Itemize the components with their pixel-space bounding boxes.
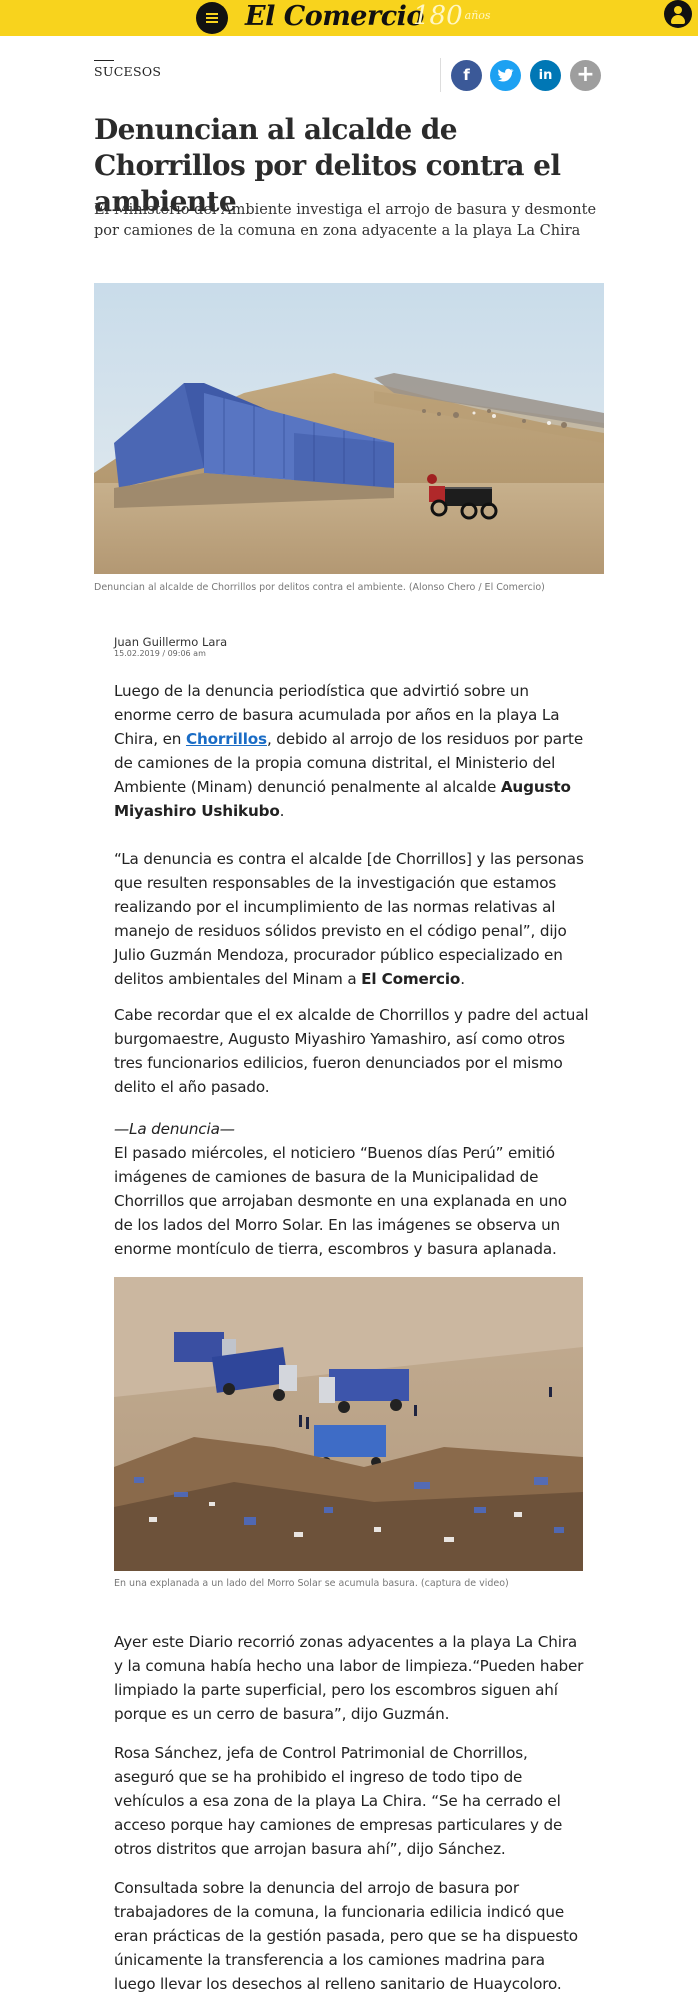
user-account-icon[interactable] xyxy=(664,0,692,28)
anniversary-word: años xyxy=(464,9,491,22)
section-rule xyxy=(94,60,114,61)
anniversary-number: 180 xyxy=(413,1,463,31)
publish-date: 15.02.2019 / 09:06 am xyxy=(114,649,206,658)
facebook-share-button[interactable]: f xyxy=(451,60,482,91)
linkedin-share-button[interactable]: in xyxy=(530,60,561,91)
section-label[interactable]: SUCESOS xyxy=(94,64,161,79)
more-share-options-button[interactable]: + xyxy=(570,60,601,91)
hamburger-menu-icon[interactable] xyxy=(196,2,228,34)
article-paragraph-6: Rosa Sánchez, jefa de Control Patrimonia… xyxy=(114,1744,563,1858)
article-paragraph-2: “La denuncia es contra el alcalde [de Ch… xyxy=(114,850,584,988)
article-paragraph-1: Luego de la denuncia periodística que ad… xyxy=(114,682,584,820)
share-divider xyxy=(440,58,441,92)
twitter-share-button[interactable] xyxy=(490,60,521,91)
article-paragraph-7: Consultada sobre la denuncia del arrojo … xyxy=(114,1879,578,1993)
top-navigation-bar: El Comercio 180 años xyxy=(0,0,698,36)
author-name[interactable]: Juan Guillermo Lara xyxy=(114,635,227,649)
twitter-bird-icon xyxy=(498,68,514,82)
article-subhead: —La denuncia— xyxy=(114,1120,235,1138)
site-logo[interactable]: El Comercio xyxy=(245,0,424,36)
second-image-caption: En una explanada a un lado del Morro Sol… xyxy=(114,1578,509,1589)
article-paragraph-4: El pasado miércoles, el noticiero “Bueno… xyxy=(114,1144,567,1258)
article-paragraph-5: Ayer este Diario recorrió zonas adyacent… xyxy=(114,1633,584,1723)
article-subtitle: El Ministerio del Ambiente investiga el … xyxy=(94,202,597,239)
chorrillos-link[interactable]: Chorrillos xyxy=(186,730,267,748)
second-article-image[interactable] xyxy=(114,1277,583,1571)
main-image-caption: Denuncian al alcalde de Chorrillos por d… xyxy=(94,582,545,593)
article-paragraph-3: Cabe recordar que el ex alcalde de Chorr… xyxy=(114,1006,589,1096)
anniversary-badge: 180 años xyxy=(413,0,491,36)
main-article-image[interactable] xyxy=(94,283,604,574)
